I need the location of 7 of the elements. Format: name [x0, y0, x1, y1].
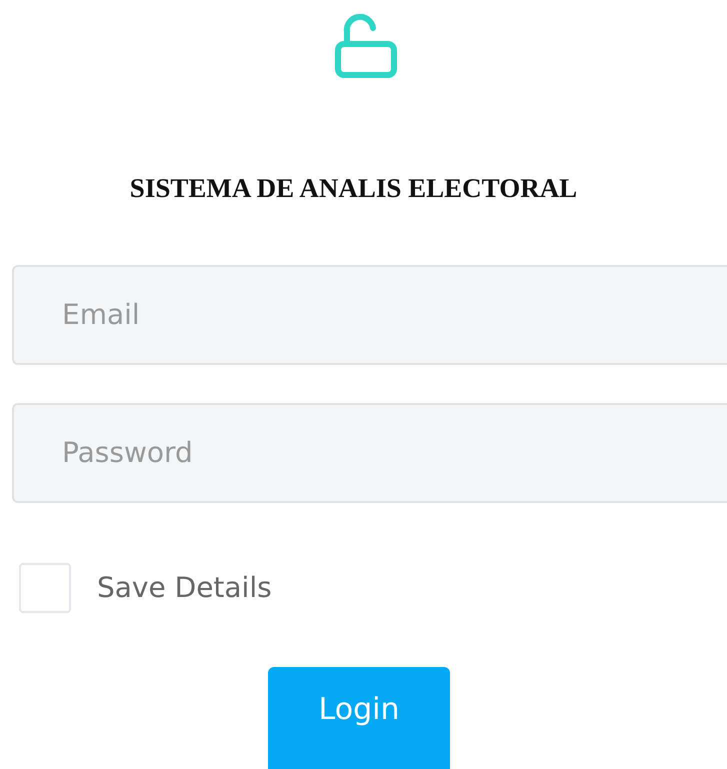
login-button[interactable]: Login [268, 666, 450, 769]
app-title: SISTEMA DE ANALIS ELECTORAL [130, 172, 578, 205]
email-field[interactable]: Email [12, 264, 727, 364]
password-field[interactable]: Password [12, 402, 727, 502]
unlocked-padlock-icon [334, 14, 396, 78]
checkbox[interactable] [19, 562, 71, 612]
save-details-label: Save Details [97, 570, 272, 606]
